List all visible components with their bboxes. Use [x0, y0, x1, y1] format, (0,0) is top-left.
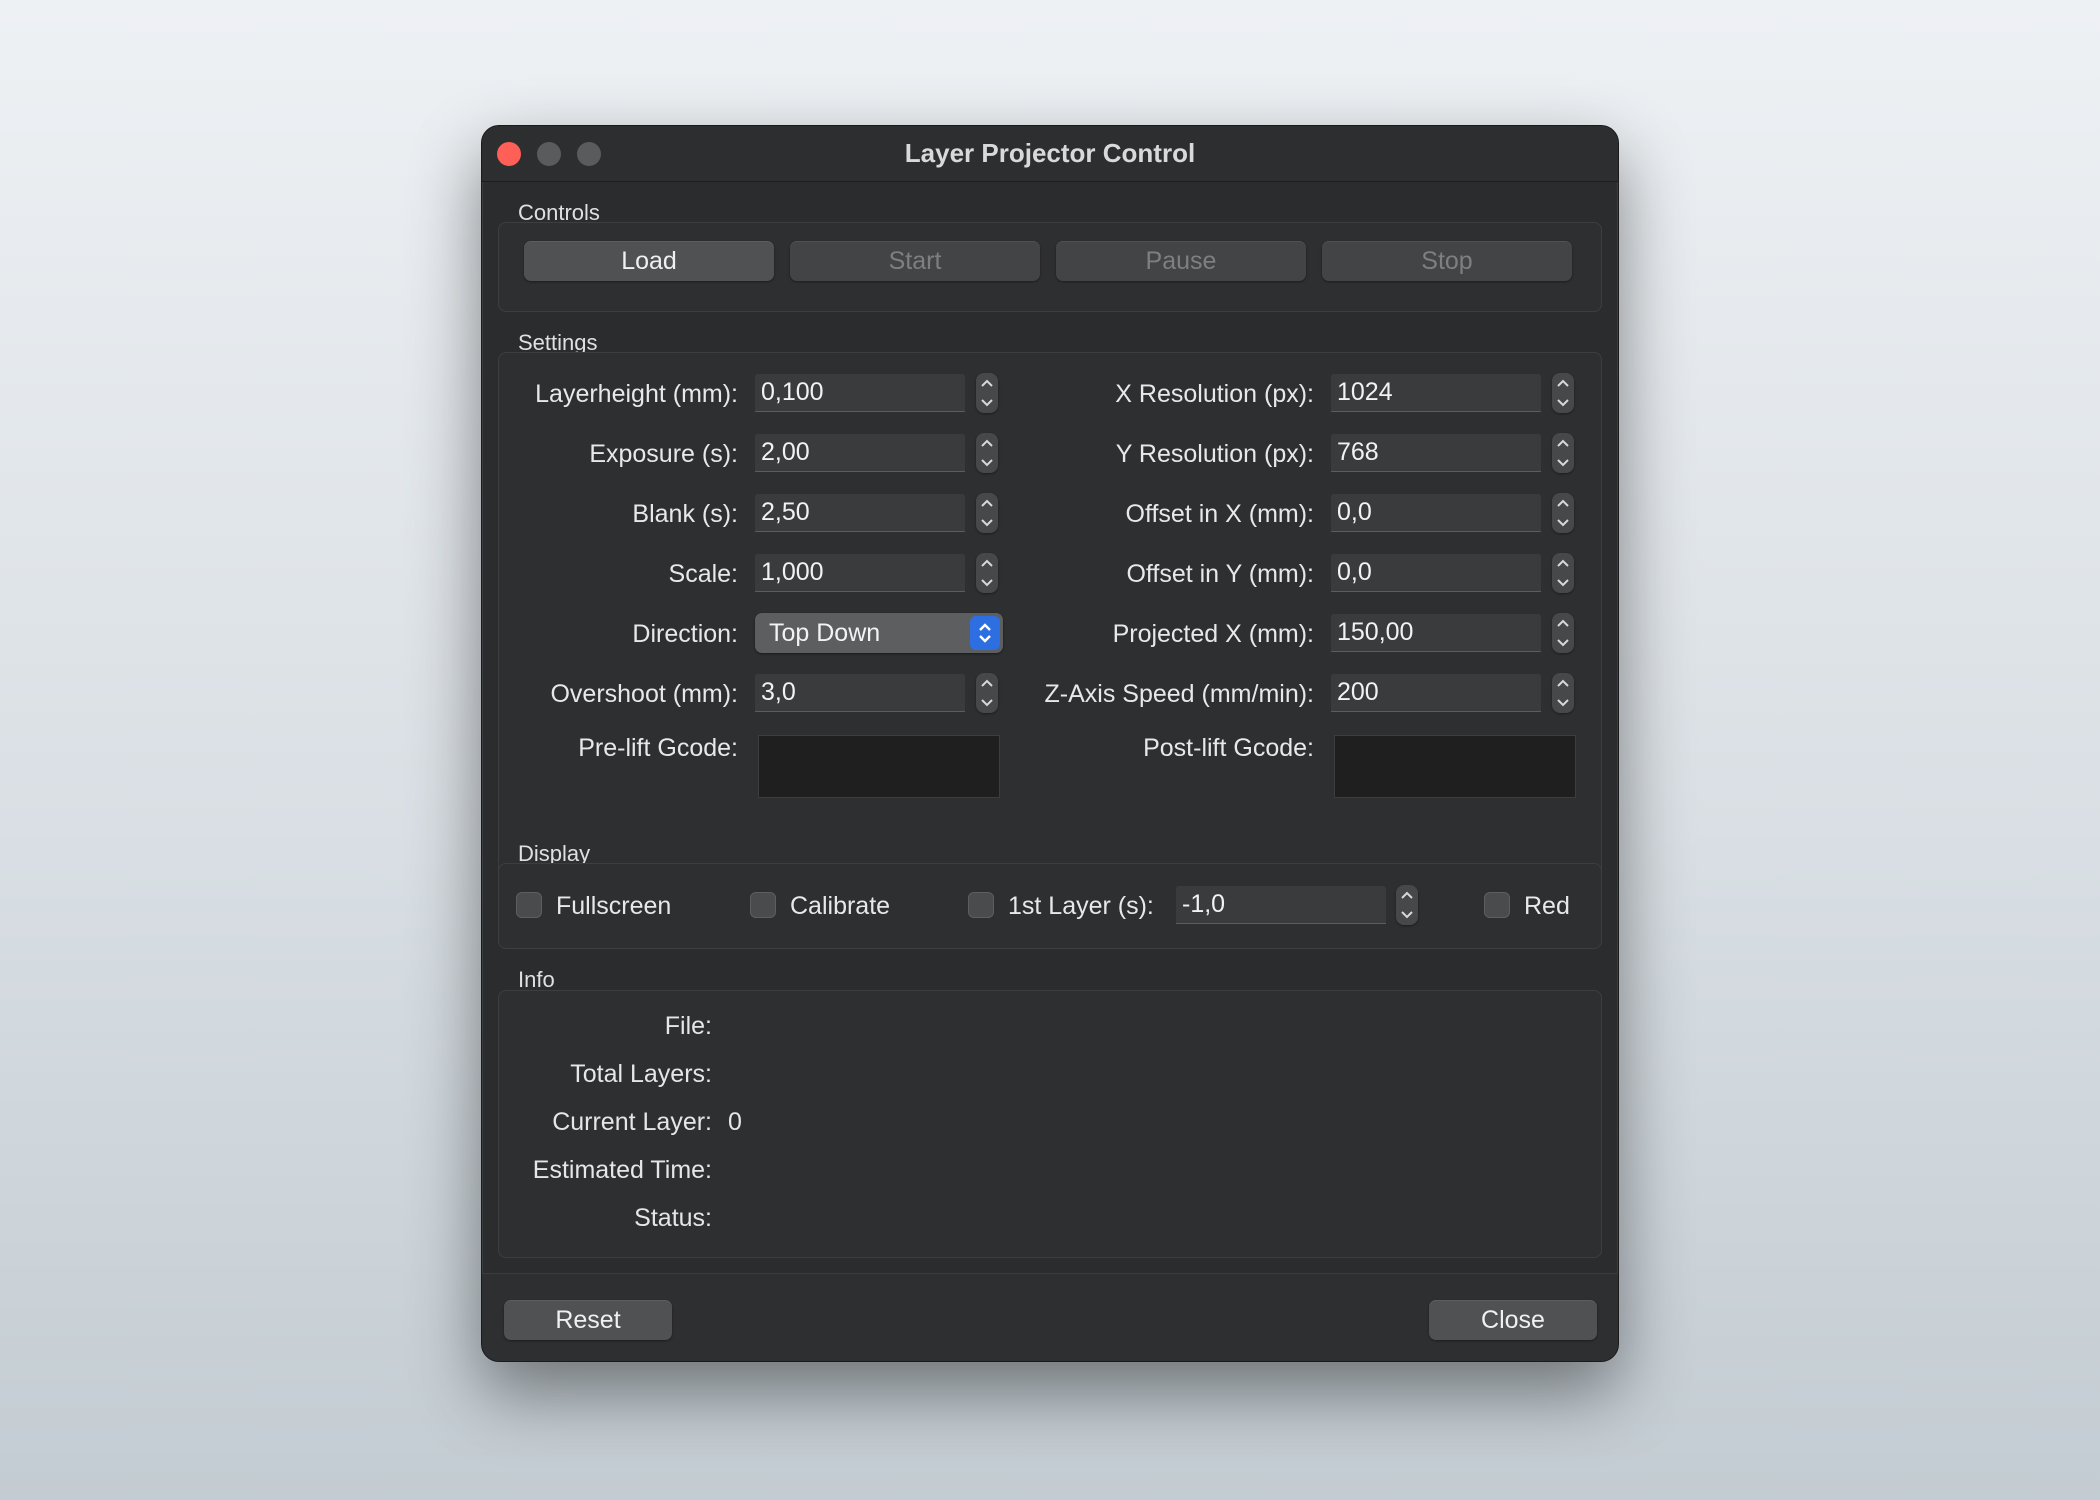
projected-x-stepper[interactable] — [1552, 613, 1574, 653]
stepper-arrows-icon — [1557, 679, 1569, 707]
exposure-label: Exposure (s): — [589, 440, 738, 468]
stepper-arrows-icon — [1557, 619, 1569, 647]
status-label: Status: — [634, 1204, 712, 1232]
offset-y-label: Offset in Y (mm): — [1126, 560, 1314, 588]
current-layer-label: Current Layer: — [552, 1108, 712, 1136]
offset-y-field[interactable]: 0,0 — [1331, 554, 1541, 592]
y-resolution-stepper[interactable] — [1552, 433, 1574, 473]
stepper-arrows-icon — [1557, 379, 1569, 407]
z-axis-speed-stepper[interactable] — [1552, 673, 1574, 713]
exposure-field[interactable]: 2,00 — [755, 434, 965, 472]
stepper-arrows-icon — [981, 499, 993, 527]
offset-x-field[interactable]: 0,0 — [1331, 494, 1541, 532]
select-arrows-icon — [970, 616, 1000, 650]
overshoot-label: Overshoot (mm): — [550, 680, 738, 708]
offset-x-label: Offset in X (mm): — [1125, 500, 1314, 528]
close-window-icon[interactable] — [497, 142, 521, 166]
offset-y-stepper[interactable] — [1552, 553, 1574, 593]
reset-button[interactable]: Reset — [504, 1300, 672, 1340]
y-resolution-field[interactable]: 768 — [1331, 434, 1541, 472]
scale-label: Scale: — [668, 560, 738, 588]
total-layers-label: Total Layers: — [570, 1060, 712, 1088]
prelift-gcode-textarea[interactable] — [758, 735, 1000, 798]
start-button[interactable]: Start — [790, 241, 1040, 281]
overshoot-field[interactable]: 3,0 — [755, 674, 965, 712]
postlift-gcode-textarea[interactable] — [1334, 735, 1576, 798]
window-controls — [497, 142, 601, 166]
first-layer-stepper[interactable] — [1396, 885, 1418, 925]
estimated-time-label: Estimated Time: — [532, 1156, 712, 1184]
stop-button[interactable]: Stop — [1322, 241, 1572, 281]
exposure-stepper[interactable] — [976, 433, 998, 473]
direction-select[interactable]: Top Down — [755, 613, 1003, 653]
stepper-arrows-icon — [981, 379, 993, 407]
y-resolution-label: Y Resolution (px): — [1115, 440, 1314, 468]
scale-field[interactable]: 1,000 — [755, 554, 965, 592]
stepper-arrows-icon — [981, 559, 993, 587]
overshoot-stepper[interactable] — [976, 673, 998, 713]
blank-stepper[interactable] — [976, 493, 998, 533]
x-resolution-field[interactable]: 1024 — [1331, 374, 1541, 412]
offset-x-stepper[interactable] — [1552, 493, 1574, 533]
projected-x-field[interactable]: 150,00 — [1331, 614, 1541, 652]
first-layer-label: 1st Layer (s): — [1008, 892, 1154, 920]
x-resolution-label: X Resolution (px): — [1115, 380, 1314, 408]
x-resolution-stepper[interactable] — [1552, 373, 1574, 413]
minimize-window-icon[interactable] — [537, 142, 561, 166]
layer-projector-window: Layer Projector Control Controls Load St… — [481, 125, 1619, 1362]
zoom-window-icon[interactable] — [577, 142, 601, 166]
stepper-arrows-icon — [981, 439, 993, 467]
stepper-arrows-icon — [1557, 439, 1569, 467]
fullscreen-checkbox[interactable] — [516, 892, 542, 918]
stepper-arrows-icon — [981, 679, 993, 707]
calibrate-checkbox[interactable] — [750, 892, 776, 918]
z-axis-speed-label: Z-Axis Speed (mm/min): — [1044, 680, 1314, 708]
first-layer-field[interactable]: -1,0 — [1176, 886, 1386, 924]
projected-x-label: Projected X (mm): — [1112, 620, 1314, 648]
stepper-arrows-icon — [1557, 499, 1569, 527]
window-title: Layer Projector Control — [904, 138, 1196, 168]
title-bar[interactable]: Layer Projector Control — [482, 126, 1618, 182]
z-axis-speed-field[interactable]: 200 — [1331, 674, 1541, 712]
direction-selected-value: Top Down — [769, 618, 881, 647]
blank-field[interactable]: 2,50 — [755, 494, 965, 532]
layerheight-field[interactable]: 0,100 — [755, 374, 965, 412]
first-layer-checkbox[interactable] — [968, 892, 994, 918]
stepper-arrows-icon — [1557, 559, 1569, 587]
current-layer-value: 0 — [728, 1108, 742, 1136]
direction-label: Direction: — [632, 620, 738, 648]
red-checkbox[interactable] — [1484, 892, 1510, 918]
blank-label: Blank (s): — [632, 500, 738, 528]
red-label: Red — [1524, 892, 1570, 920]
fullscreen-label: Fullscreen — [556, 892, 672, 920]
layerheight-label: Layerheight (mm): — [535, 380, 738, 408]
layerheight-stepper[interactable] — [976, 373, 998, 413]
scale-stepper[interactable] — [976, 553, 998, 593]
pause-button[interactable]: Pause — [1056, 241, 1306, 281]
prelift-gcode-label: Pre-lift Gcode: — [578, 734, 738, 762]
file-label: File: — [664, 1012, 712, 1040]
load-button[interactable]: Load — [524, 241, 774, 281]
stepper-arrows-icon — [1401, 891, 1413, 919]
postlift-gcode-label: Post-lift Gcode: — [1143, 734, 1314, 762]
close-button[interactable]: Close — [1429, 1300, 1597, 1340]
calibrate-label: Calibrate — [790, 892, 891, 920]
